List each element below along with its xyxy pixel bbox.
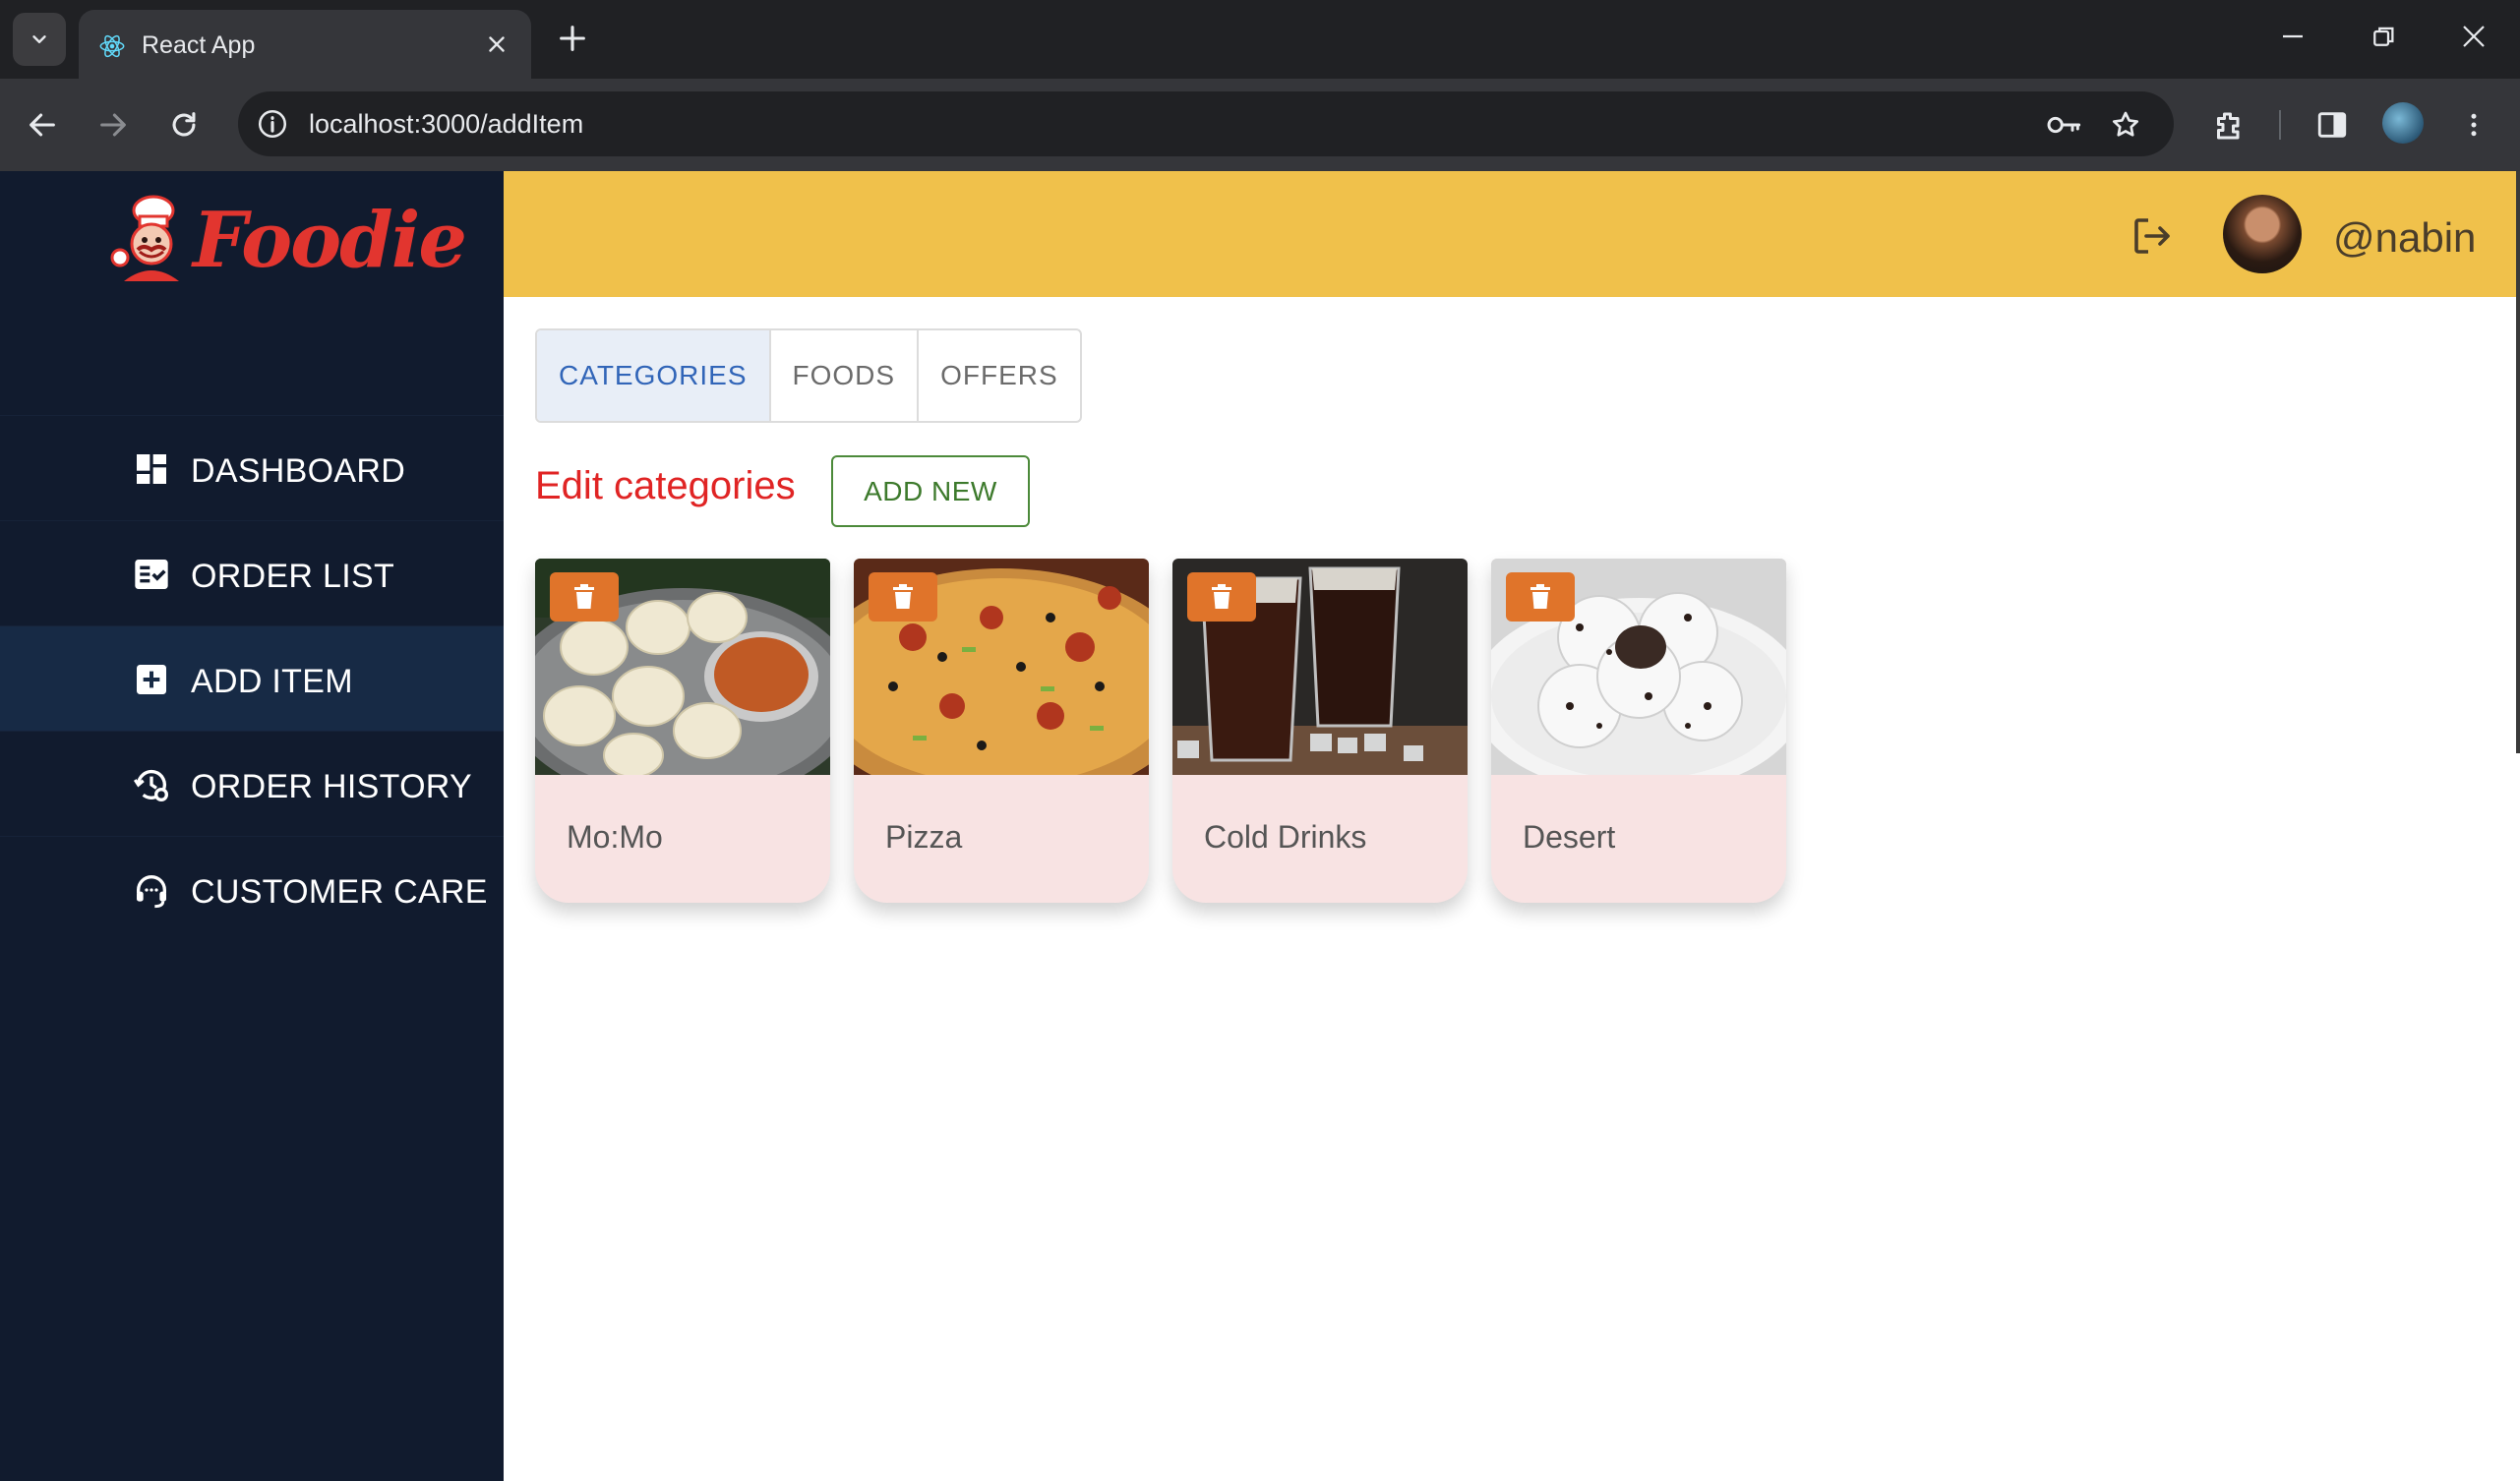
- logo-text: Foodie: [193, 195, 467, 285]
- sidebar-item-add-item[interactable]: ADD ITEM: [0, 625, 504, 731]
- add-new-button[interactable]: ADD NEW: [831, 455, 1030, 527]
- extensions-icon[interactable]: [2211, 108, 2247, 144]
- bookmark-star-icon[interactable]: [2110, 109, 2141, 141]
- tab-foods[interactable]: FOODS: [771, 330, 920, 421]
- sidebar-item-dashboard[interactable]: DASHBOARD: [0, 415, 504, 520]
- back-icon[interactable]: [26, 108, 59, 142]
- browser-profile-avatar[interactable]: [2382, 102, 2424, 144]
- trash-icon: [574, 584, 594, 609]
- delete-button[interactable]: [550, 572, 619, 622]
- minimize-icon[interactable]: [2278, 22, 2308, 51]
- sidebar-item-order-history[interactable]: ORDER HISTORY: [0, 731, 504, 836]
- restore-icon[interactable]: [2369, 22, 2398, 51]
- tab-offers[interactable]: OFFERS: [919, 330, 1080, 421]
- new-tab-icon[interactable]: [556, 22, 589, 55]
- sidebar-nav: DASHBOARD ORDER LIST ADD ITEM ORDER HIST…: [0, 415, 504, 941]
- forward-icon[interactable]: [96, 108, 130, 142]
- top-header: @nabin: [504, 171, 2520, 297]
- category-card[interactable]: Mo:Mo: [535, 559, 830, 903]
- sidebar-item-label: ORDER LIST: [191, 558, 395, 595]
- category-card[interactable]: Cold Drinks: [1172, 559, 1468, 903]
- browser-tab-strip: React App: [0, 0, 2520, 79]
- password-key-icon[interactable]: [2046, 109, 2083, 141]
- history-settings-icon: [133, 769, 169, 802]
- tab-search-button[interactable]: [13, 13, 66, 66]
- category-tabs: CATEGORIES FOODS OFFERS: [535, 328, 1082, 423]
- tab-title: React App: [142, 31, 256, 59]
- page-title: Edit categories: [535, 464, 796, 507]
- close-tab-icon[interactable]: [484, 31, 510, 57]
- trash-icon: [1212, 584, 1231, 609]
- side-panel-icon[interactable]: [2315, 108, 2349, 142]
- logout-icon[interactable]: [2129, 212, 2176, 260]
- page-scrollbar[interactable]: [2516, 171, 2520, 753]
- category-name: Mo:Mo: [567, 819, 663, 855]
- sidebar-item-label: ORDER HISTORY: [191, 768, 473, 805]
- headset-icon: [137, 875, 166, 909]
- category-card[interactable]: Desert: [1491, 559, 1786, 903]
- avatar[interactable]: [2223, 195, 2302, 273]
- app-root: Foodie DASHBOARD ORDER LIST ADD ITEM ORD…: [0, 171, 2520, 1481]
- reload-icon[interactable]: [167, 108, 201, 142]
- delete-button[interactable]: [1187, 572, 1256, 622]
- category-name: Pizza: [885, 819, 963, 855]
- delete-button[interactable]: [1506, 572, 1575, 622]
- sidebar-item-label: DASHBOARD: [191, 452, 406, 490]
- sidebar-item-order-list[interactable]: ORDER LIST: [0, 520, 504, 625]
- chef-mascot-icon: [110, 195, 179, 281]
- browser-menu-icon[interactable]: [2459, 108, 2489, 142]
- category-card-list: Mo:Mo Pizza Cold Drinks Desert: [535, 559, 1786, 903]
- site-info-icon[interactable]: [256, 107, 289, 141]
- browser-tab[interactable]: React App: [79, 10, 531, 79]
- address-bar[interactable]: localhost:3000/addItem: [238, 91, 2174, 156]
- close-window-icon[interactable]: [2459, 22, 2489, 51]
- order-list-icon: [135, 560, 168, 589]
- foodie-logo[interactable]: Foodie: [110, 193, 467, 287]
- trash-icon: [893, 584, 913, 609]
- category-name: Cold Drinks: [1204, 819, 1367, 855]
- chevron-down-icon: [32, 35, 46, 43]
- trash-icon: [1530, 584, 1550, 609]
- category-name: Desert: [1523, 819, 1616, 855]
- username[interactable]: @nabin: [2333, 214, 2476, 262]
- sidebar: Foodie DASHBOARD ORDER LIST ADD ITEM ORD…: [0, 171, 504, 1481]
- category-card[interactable]: Pizza: [854, 559, 1149, 903]
- dashboard-icon: [137, 454, 166, 484]
- tab-categories[interactable]: CATEGORIES: [537, 330, 771, 421]
- add-box-icon: [137, 665, 166, 694]
- delete-button[interactable]: [869, 572, 937, 622]
- toolbar-separator: [2279, 110, 2281, 140]
- sidebar-item-customer-care[interactable]: CUSTOMER CARE: [0, 836, 504, 941]
- sidebar-item-label: CUSTOMER CARE: [191, 873, 488, 911]
- browser-toolbar: localhost:3000/addItem: [0, 79, 2520, 171]
- url-text[interactable]: localhost:3000/addItem: [309, 109, 583, 140]
- sidebar-item-label: ADD ITEM: [191, 663, 353, 700]
- react-favicon-icon: [99, 34, 125, 58]
